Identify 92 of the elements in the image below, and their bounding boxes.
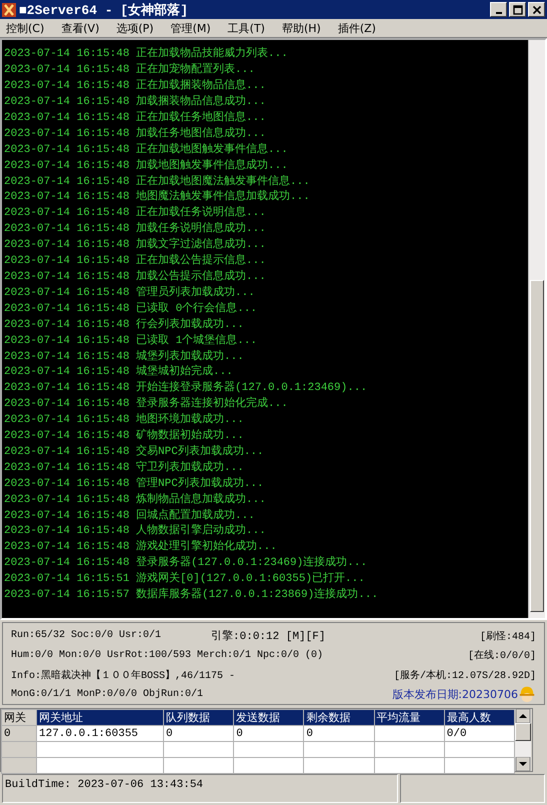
log-line: 2023-07-14 16:15:51 游戏网关[0](127.0.0.1:60355)已打开... xyxy=(4,572,366,588)
table-cell xyxy=(374,742,444,758)
table-cell xyxy=(374,726,444,742)
log-line: 2023-07-14 16:15:48 交易NPC列表加载成功... xyxy=(4,444,265,460)
table-cell xyxy=(304,758,374,774)
log-line: 2023-07-14 16:15:48 管理员列表加载成功... xyxy=(4,286,256,301)
table-cell xyxy=(304,742,374,758)
minimize-button[interactable] xyxy=(490,2,507,17)
log-line: 2023-07-14 16:15:48 加载地图触发事件信息成功... xyxy=(4,158,289,174)
scroll-thumb[interactable] xyxy=(515,723,531,741)
helmet-figure-icon xyxy=(518,685,536,704)
log-line: 2023-07-14 16:15:48 正在加载任务说明信息... xyxy=(4,206,267,222)
close-button[interactable] xyxy=(528,2,545,17)
log-line: 2023-07-14 16:15:48 加载任务说明信息成功... xyxy=(4,222,267,238)
table-cell: 0 xyxy=(234,726,304,742)
log-line: 2023-07-14 16:15:48 开始连接登录服务器(127.0.0.1:23469)... xyxy=(4,381,368,396)
human-stats: Hum:0/0 Mon:0/0 UsrRot:100/593 Merch:0/1 Npc:0/0 (0) xyxy=(11,650,324,661)
log-line: 2023-07-14 16:15:48 正在加载地图魔法触发事件信息... xyxy=(4,174,311,190)
close-icon xyxy=(532,4,542,14)
spawn-count: [刷怪:484] xyxy=(480,630,536,642)
log-line: 2023-07-14 16:15:48 已读取 0个行会信息... xyxy=(4,302,258,317)
column-header: 队列数据 xyxy=(164,710,234,726)
log-line: 2023-07-14 16:15:48 加载公告提示信息成功... xyxy=(4,270,267,285)
log-line: 2023-07-14 16:15:48 管理NPC列表加载成功... xyxy=(4,476,265,492)
log-line: 2023-07-14 16:15:48 地图环境加载成功... xyxy=(4,413,245,428)
row-header: 0 xyxy=(2,726,36,742)
log-line: 2023-07-14 16:15:48 登录服务器(127.0.0.1:23469)连接成功... xyxy=(4,556,368,572)
log-line: 2023-07-14 16:15:48 正在加载任务地图信息... xyxy=(4,110,267,126)
menu-item[interactable]: 选项(P) xyxy=(116,20,154,36)
window-title: ■2Server64 - [女神部落] xyxy=(19,2,190,18)
table-cell: 0 xyxy=(304,726,374,742)
log-line: 2023-07-14 16:15:48 正在加载捆装物品信息... xyxy=(4,79,267,94)
menu-item[interactable]: 工具(T) xyxy=(228,20,265,36)
table-cell xyxy=(164,742,234,758)
table-cell: 127.0.0.1:60355 xyxy=(36,726,164,742)
engine-time: 引擎:0:0:12 [M][F] xyxy=(211,629,326,643)
minimize-icon xyxy=(496,12,502,14)
online-count: [在线:0/0/0] xyxy=(468,648,536,662)
log-line: 2023-07-14 16:15:48 正在加载物品技能威力列表... xyxy=(4,47,289,62)
scroll-thumb[interactable] xyxy=(530,280,544,612)
table-cell: 0/0 xyxy=(444,726,514,742)
log-line: 2023-07-14 16:15:48 正在加宠物配置列表... xyxy=(4,63,256,78)
maximize-icon xyxy=(512,4,522,14)
down-arrow-icon[interactable] xyxy=(515,757,531,771)
menu-item[interactable]: 插件(Z) xyxy=(338,20,376,36)
column-header: 网关地址 xyxy=(36,710,164,726)
scrollbar[interactable] xyxy=(515,709,531,771)
up-arrow-icon[interactable] xyxy=(515,709,531,723)
menu-item[interactable]: 帮助(H) xyxy=(282,20,321,36)
column-header: 网关 xyxy=(2,710,36,726)
scrollbar[interactable] xyxy=(528,40,545,618)
table-cell: 0 xyxy=(164,726,234,742)
run-stats: Run:65/32 Soc:0/0 Usr:0/1 xyxy=(11,630,162,641)
table-cell xyxy=(444,758,514,774)
build-time: BuildTime: 2023-07-06 13:43:54 xyxy=(2,774,398,803)
log-line: 2023-07-14 16:15:48 城堡城初始完成... xyxy=(4,365,234,380)
log-line: 2023-07-14 16:15:48 加载文字过滤信息成功... xyxy=(4,238,267,254)
column-header: 最高人数 xyxy=(444,710,514,726)
table-cell xyxy=(234,758,304,774)
log-line: 2023-07-14 16:15:48 已读取 1个城堡信息... xyxy=(4,334,258,349)
column-header: 剩余数据 xyxy=(304,710,374,726)
log-line: 2023-07-14 16:15:48 地图魔法触发事件信息加载成功... xyxy=(4,190,311,206)
log-line: 2023-07-14 16:15:48 矿物数据初始成功... xyxy=(4,429,245,444)
log-line: 2023-07-14 16:15:48 守卫列表加载成功... xyxy=(4,460,245,476)
log-line: 2023-07-14 16:15:48 城堡列表加载成功... xyxy=(4,350,245,364)
service-stats: [服务/本机:12.07S/28.92D] xyxy=(394,668,536,682)
monster-stats: MonG:0/1/1 MonP:0/0/0 ObjRun:0/1 xyxy=(11,688,204,700)
log-line: 2023-07-14 16:15:48 人物数据引擎启动成功... xyxy=(4,524,267,540)
menu-item[interactable]: 查看(V) xyxy=(61,20,100,36)
maximize-button[interactable] xyxy=(509,2,526,17)
table-cell xyxy=(444,742,514,758)
table-cell xyxy=(234,742,304,758)
log-line: 2023-07-14 16:15:48 炼制物品信息加载成功... xyxy=(4,492,267,508)
column-header: 平均流量 xyxy=(374,710,444,726)
info-text: Info:黑暗裁决神【１００年BOSS】,46/1175 - xyxy=(11,668,236,682)
version-label: 版本发布日期: xyxy=(392,686,462,702)
log-line: 2023-07-14 16:15:48 正在加载公告提示信息... xyxy=(4,254,267,270)
menu-item[interactable]: 管理(M) xyxy=(170,20,211,36)
log-line: 2023-07-14 16:15:48 正在加载地图触发事件信息... xyxy=(4,142,289,158)
table-cell xyxy=(374,758,444,774)
log-line: 2023-07-14 16:15:48 行会列表加载成功... xyxy=(4,318,245,333)
table-cell xyxy=(164,758,234,774)
log-line: 2023-07-14 16:15:48 回城点配置加载成功... xyxy=(4,508,256,524)
log-line: 2023-07-14 16:15:48 游戏处理引擎初始化成功... xyxy=(4,540,278,556)
x-logo-icon xyxy=(2,2,16,16)
column-header: 发送数据 xyxy=(234,710,304,726)
menu-item[interactable]: 控制(C) xyxy=(6,20,44,36)
version-date: 20230706 xyxy=(462,688,518,701)
log-line: 2023-07-14 16:15:48 登录服务器连接初始化完成... xyxy=(4,397,289,412)
log-line: 2023-07-14 16:15:48 加载任务地图信息成功... xyxy=(4,126,267,142)
log-line: 2023-07-14 16:15:48 加载捆装物品信息成功... xyxy=(4,95,267,110)
log-line: 2023-07-14 16:15:57 数据库服务器(127.0.0.1:23869)连接成功... xyxy=(4,588,380,604)
